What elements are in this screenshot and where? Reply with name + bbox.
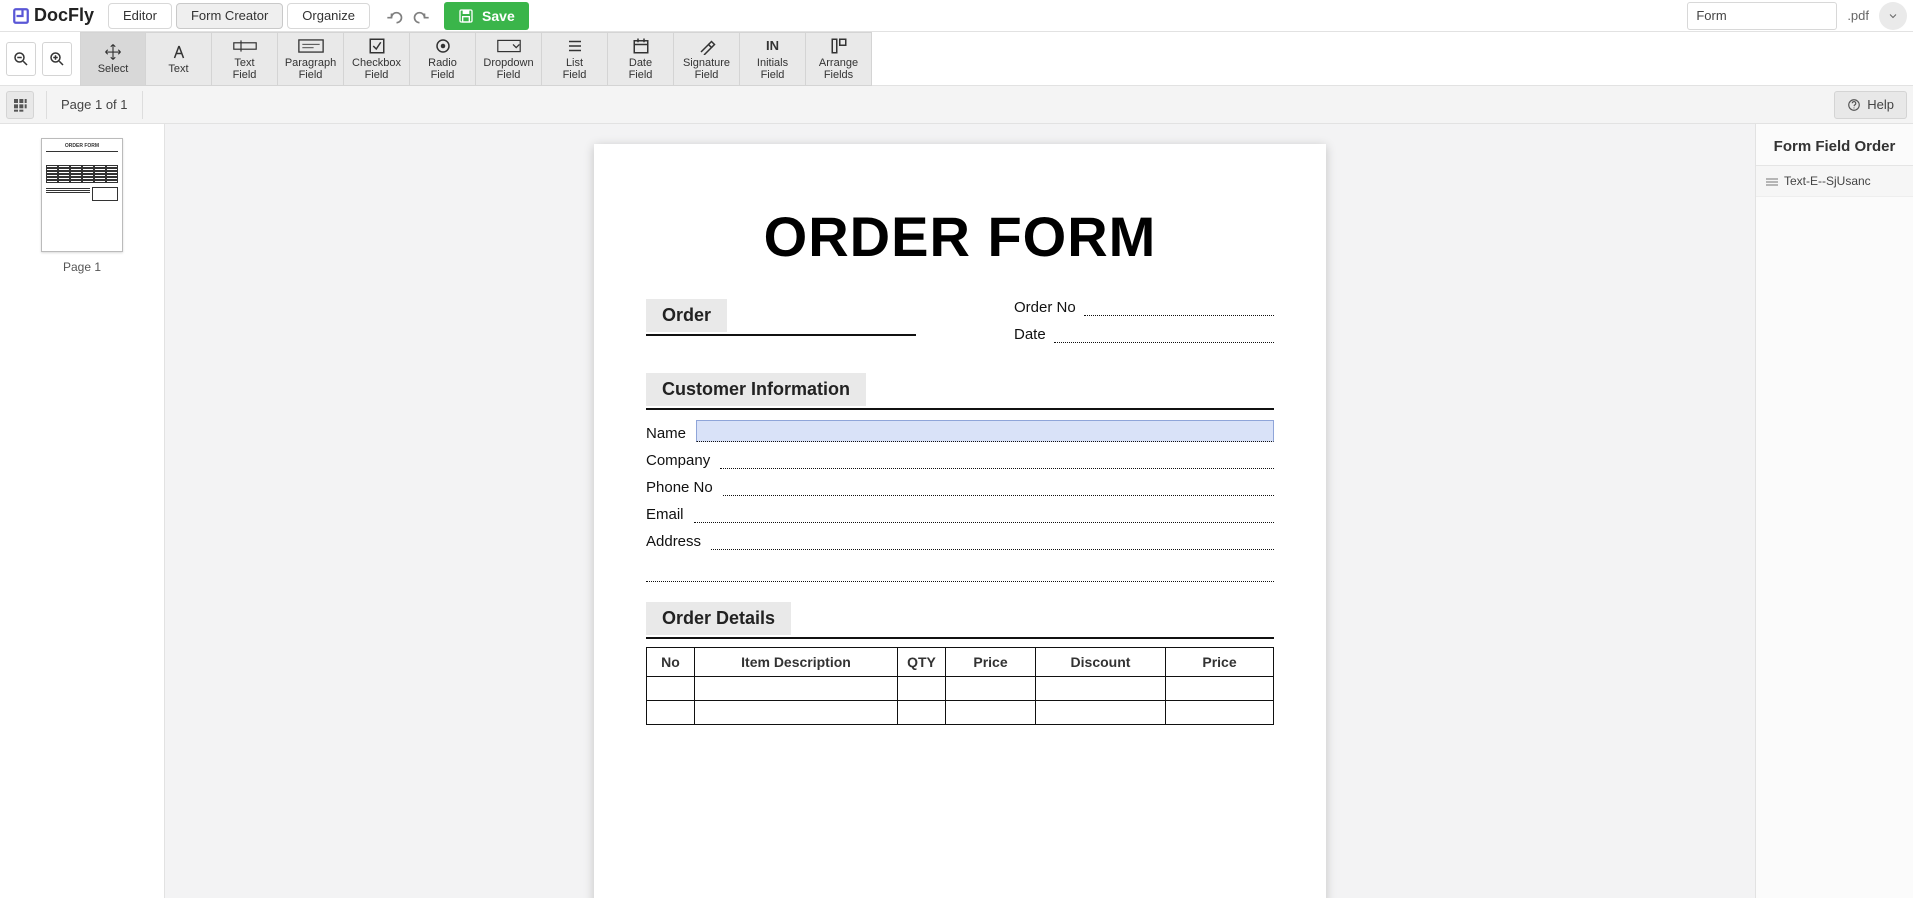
tool-date-field[interactable]: Date Field (608, 32, 674, 86)
tool-list-field[interactable]: List Field (542, 32, 608, 86)
redo-button[interactable] (412, 6, 432, 26)
arrange-icon (830, 37, 848, 55)
tool-arrange-fields[interactable]: Arrange Fields (806, 32, 872, 86)
label-email: Email (646, 506, 694, 523)
calendar-icon (632, 37, 650, 55)
tool-checkbox-field[interactable]: Checkbox Field (344, 32, 410, 86)
mode-tabs: Editor Form Creator Organize (108, 3, 370, 29)
section-customer-tab: Customer Information (646, 373, 866, 406)
more-menu-button[interactable] (1879, 2, 1907, 30)
th-item: Item Description (695, 648, 898, 677)
tool-dropdown-field[interactable]: Dropdown Field (476, 32, 542, 86)
checkbox-icon (368, 37, 386, 55)
help-icon (1847, 98, 1861, 112)
drag-handle-icon (1766, 176, 1778, 186)
thumbnail-label: Page 1 (63, 260, 101, 274)
undo-redo-group (384, 6, 432, 26)
move-icon (104, 43, 122, 61)
order-details-table: No Item Description QTY Price Discount P… (646, 647, 1274, 725)
th-discount: Discount (1036, 648, 1166, 677)
status-bar: Page 1 of 1 Help (0, 86, 1913, 124)
thumbnails-panel: ORDER FORM Page 1 (0, 124, 165, 898)
save-icon (458, 8, 474, 24)
zoom-out-button[interactable] (6, 42, 36, 76)
form-field-name[interactable] (696, 420, 1274, 442)
tool-paragraph-field[interactable]: Paragraph Field (278, 32, 344, 86)
tool-select[interactable]: Select (80, 32, 146, 86)
tool-signature-field[interactable]: Signature Field (674, 32, 740, 86)
label-name: Name (646, 425, 696, 442)
radio-icon (434, 37, 452, 55)
app-logo: DocFly (6, 5, 100, 26)
save-label: Save (482, 8, 515, 24)
initials-icon: IN (766, 37, 779, 55)
tab-editor[interactable]: Editor (108, 3, 172, 29)
tool-group: Select Text Text Field Paragraph Field C… (80, 32, 872, 85)
tab-organize[interactable]: Organize (287, 3, 370, 29)
filename-input[interactable] (1687, 2, 1837, 30)
text-icon (170, 43, 188, 61)
text-field-icon (233, 37, 257, 55)
th-qty: QTY (898, 648, 946, 677)
section-details-tab: Order Details (646, 602, 791, 635)
help-button[interactable]: Help (1834, 91, 1907, 119)
logo-icon (12, 7, 30, 25)
form-toolbar: Select Text Text Field Paragraph Field C… (0, 32, 1913, 86)
th-no: No (647, 648, 695, 677)
field-order-item[interactable]: Text-E--SjUsanc (1756, 166, 1913, 197)
zoom-out-icon (12, 50, 30, 68)
section-order-tab: Order (646, 299, 727, 332)
thumbnails-toggle[interactable] (6, 91, 34, 119)
page-1[interactable]: ORDER FORM Order Order No Date (594, 144, 1326, 898)
list-icon (566, 37, 584, 55)
label-address: Address (646, 533, 711, 550)
chevron-down-icon (1887, 10, 1899, 22)
file-extension: .pdf (1847, 8, 1869, 23)
th-price2: Price (1166, 648, 1274, 677)
label-phone: Phone No (646, 479, 723, 496)
label-company: Company (646, 452, 720, 469)
undo-button[interactable] (384, 6, 404, 26)
tool-radio-field[interactable]: Radio Field (410, 32, 476, 86)
zoom-in-icon (48, 50, 66, 68)
signature-icon (698, 37, 716, 55)
save-button[interactable]: Save (444, 2, 529, 30)
label-date: Date (1014, 326, 1054, 343)
page-indicator: Page 1 of 1 (46, 91, 143, 119)
tool-text-field[interactable]: Text Field (212, 32, 278, 86)
label-order-no: Order No (1014, 299, 1084, 316)
field-order-panel: Form Field Order Text-E--SjUsanc (1755, 124, 1913, 898)
paragraph-field-icon (298, 37, 324, 55)
table-row (647, 677, 1274, 701)
dropdown-icon (497, 37, 521, 55)
document-canvas[interactable]: ORDER FORM Order Order No Date (165, 124, 1755, 898)
doc-title: ORDER FORM (646, 204, 1274, 269)
tool-text[interactable]: Text (146, 32, 212, 86)
main-area: ORDER FORM Page 1 (0, 124, 1913, 898)
field-order-label: Text-E--SjUsanc (1784, 174, 1871, 188)
table-row (647, 701, 1274, 725)
page-thumbnail[interactable]: ORDER FORM (41, 138, 123, 252)
brand-text: DocFly (34, 5, 94, 26)
top-bar: DocFly Editor Form Creator Organize Save… (0, 0, 1913, 32)
zoom-in-button[interactable] (42, 42, 72, 76)
side-panel-title: Form Field Order (1756, 124, 1913, 166)
th-price: Price (946, 648, 1036, 677)
tab-form-creator[interactable]: Form Creator (176, 3, 283, 29)
grid-icon (12, 97, 28, 113)
tool-initials-field[interactable]: IN Initials Field (740, 32, 806, 86)
zoom-group (6, 32, 80, 85)
